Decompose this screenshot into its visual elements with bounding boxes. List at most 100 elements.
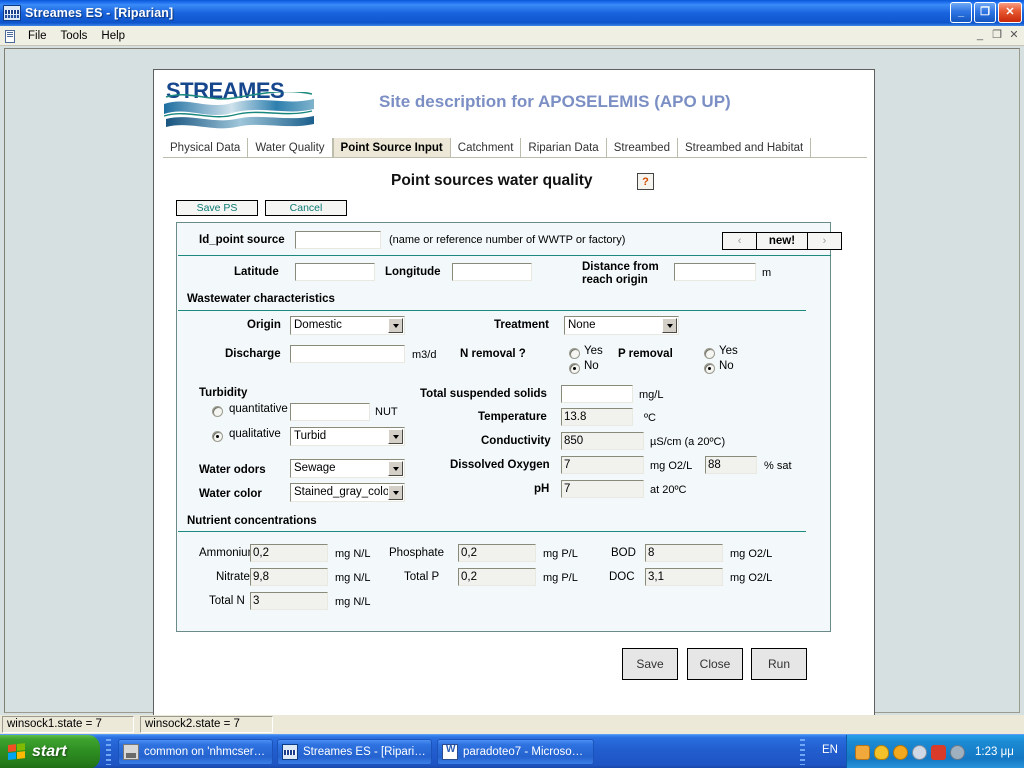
tray-grip — [800, 739, 805, 765]
document-icon — [3, 29, 17, 43]
nutrient-heading: Nutrient concentrations — [187, 515, 317, 527]
close-button[interactable]: ✕ — [998, 2, 1022, 23]
cancel-button[interactable]: Cancel — [265, 200, 347, 216]
treatment-select[interactable]: None — [564, 316, 679, 335]
close-form-button[interactable]: Close — [687, 648, 743, 680]
chevron-down-icon[interactable] — [388, 485, 403, 500]
record-navigation: ‹ new! › — [722, 232, 842, 250]
antivirus-icon[interactable] — [931, 744, 946, 760]
window-title: Streames ES - [Riparian] — [25, 6, 174, 20]
discharge-unit: m3/d — [412, 349, 437, 361]
menu-item-help[interactable]: Help — [94, 29, 132, 43]
p-removal-yes-radio[interactable] — [704, 348, 715, 359]
tss-input[interactable] — [561, 385, 633, 403]
turbidity-heading: Turbidity — [199, 387, 248, 399]
longitude-input[interactable] — [452, 263, 532, 281]
help-icon[interactable]: ? — [637, 173, 654, 190]
longitude-label: Longitude — [385, 266, 441, 278]
bod-unit: mg O2/L — [730, 548, 773, 560]
next-record-button[interactable]: › — [808, 233, 841, 249]
minimize-button[interactable]: _ — [950, 2, 972, 23]
speaker-icon[interactable] — [912, 744, 927, 760]
system-tray: 1:23 μμ — [846, 735, 1024, 768]
start-button[interactable]: start — [0, 735, 100, 768]
turbidity-qualitative-radio[interactable] — [212, 431, 223, 442]
menu-item-file[interactable]: File — [21, 29, 54, 43]
tab-streambed-and-habitat[interactable]: Streambed and Habitat — [678, 138, 812, 157]
save-button[interactable]: Save — [622, 648, 678, 680]
language-indicator[interactable]: EN — [822, 744, 838, 756]
taskbar-item-common-share[interactable]: common on 'nhmcser… — [118, 739, 273, 765]
doc-input[interactable]: 3,1 — [645, 568, 723, 586]
chevron-down-icon[interactable] — [388, 461, 403, 476]
id-point-source-hint: (name or reference number of WWTP or fac… — [389, 234, 626, 246]
bod-input[interactable]: 8 — [645, 544, 723, 562]
clock[interactable]: 1:23 μμ — [975, 746, 1014, 758]
chevron-down-icon[interactable] — [388, 429, 403, 444]
n-removal-yes-radio[interactable] — [569, 348, 580, 359]
streames-app-icon — [282, 744, 298, 760]
taskbar-item-streames[interactable]: Streames ES - [Ripari… — [277, 739, 432, 765]
treatment-value: None — [568, 319, 596, 331]
water-odors-value: Sewage — [294, 462, 336, 474]
origin-select[interactable]: Domestic — [290, 316, 405, 335]
tss-unit: mg/L — [639, 389, 664, 401]
total-p-input[interactable]: 0,2 — [458, 568, 536, 586]
n-removal-no-radio[interactable] — [569, 363, 580, 374]
mdi-client-area: STREAMES Site description for APOSELEMIS… — [4, 48, 1020, 717]
oxygen-saturation-input[interactable]: 88 — [705, 456, 757, 474]
tab-riparian-data[interactable]: Riparian Data — [521, 138, 607, 157]
network-folder-icon — [123, 744, 139, 760]
mail-icon[interactable] — [855, 744, 870, 760]
taskbar-item-label: paradoteo7 - Microso… — [463, 746, 584, 758]
menu-item-tools[interactable]: Tools — [54, 29, 95, 43]
id-point-source-input[interactable] — [295, 231, 381, 249]
p-removal-no-label: No — [719, 360, 734, 372]
mdi-restore-button[interactable]: ❐ — [991, 28, 1003, 42]
turbidity-quantitative-input[interactable] — [290, 403, 370, 421]
page-title: Site description for APOSELEMIS (APO UP) — [379, 92, 731, 111]
turbidity-quantitative-radio[interactable] — [212, 406, 223, 417]
taskbar-item-word-doc[interactable]: paradoteo7 - Microso… — [437, 739, 594, 765]
tab-streambed[interactable]: Streambed — [607, 138, 678, 157]
turbidity-unit: NUT — [375, 406, 398, 418]
nitrate-input[interactable]: 9,8 — [250, 568, 328, 586]
save-ps-button[interactable]: Save PS — [176, 200, 258, 216]
smiley-icon[interactable] — [893, 744, 908, 760]
water-color-label: Water color — [199, 488, 262, 500]
phosphate-input[interactable]: 0,2 — [458, 544, 536, 562]
taskbar: start common on 'nhmcser… Streames ES - … — [0, 734, 1024, 768]
discharge-input[interactable] — [290, 345, 405, 363]
tab-point-source-input[interactable]: Point Source Input — [332, 138, 451, 157]
run-button[interactable]: Run — [751, 648, 807, 680]
prev-record-button[interactable]: ‹ — [723, 233, 758, 249]
temperature-input[interactable]: 13.8 — [561, 408, 633, 426]
p-removal-no-radio[interactable] — [704, 363, 715, 374]
new-record-button[interactable]: new! — [757, 233, 808, 249]
turbidity-qualitative-select[interactable]: Turbid — [290, 427, 405, 446]
tab-catchment[interactable]: Catchment — [451, 138, 522, 157]
water-color-select[interactable]: Stained_gray_colo — [290, 483, 405, 502]
latitude-input[interactable] — [295, 263, 375, 281]
windows-flag-icon — [8, 742, 26, 762]
ammonium-input[interactable]: 0,2 — [250, 544, 328, 562]
wastewater-heading: Wastewater characteristics — [187, 293, 335, 305]
tab-physical-data[interactable]: Physical Data — [163, 138, 249, 157]
network-icon[interactable] — [950, 744, 965, 760]
water-odors-select[interactable]: Sewage — [290, 459, 405, 478]
conductivity-input[interactable]: 850 — [561, 432, 644, 450]
tab-water-quality[interactable]: Water Quality — [248, 138, 333, 157]
total-n-input[interactable]: 3 — [250, 592, 328, 610]
streames-logo: STREAMES — [164, 78, 324, 130]
chevron-down-icon[interactable] — [388, 318, 403, 333]
shield-icon[interactable] — [874, 744, 889, 760]
id-point-source-label: Id_point source — [199, 234, 285, 246]
treatment-label: Treatment — [494, 319, 549, 331]
mdi-close-button[interactable]: ✕ — [1008, 28, 1020, 42]
maximize-restore-button[interactable]: ❐ — [974, 2, 996, 23]
mdi-minimize-button[interactable]: _ — [974, 28, 986, 42]
ph-input[interactable]: 7 — [561, 480, 644, 498]
dissolved-oxygen-input[interactable]: 7 — [561, 456, 644, 474]
chevron-down-icon[interactable] — [662, 318, 677, 333]
distance-input[interactable] — [674, 263, 756, 281]
